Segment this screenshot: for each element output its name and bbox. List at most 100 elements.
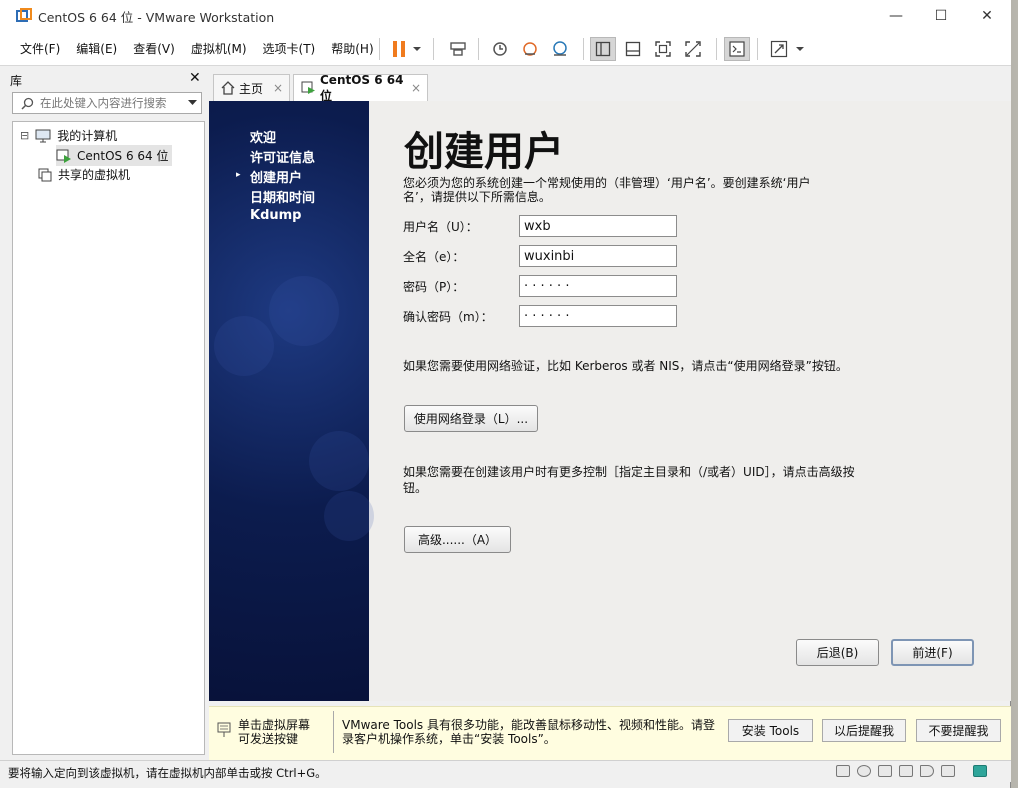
message-log-icon[interactable] [973, 765, 987, 777]
toolbar-separator [478, 38, 479, 60]
toolbar-separator [583, 38, 584, 60]
password-field[interactable] [519, 275, 677, 297]
menu-file[interactable]: 文件(F) [12, 40, 68, 57]
toolbar-separator [379, 38, 380, 60]
decorative-bubble [309, 431, 369, 491]
decorative-bubble [214, 316, 274, 376]
vmware-window: CentOS 6 64 位 - VMware Workstation — ☐ ✕… [0, 0, 1011, 788]
step-create-user: 创建用户 [250, 171, 303, 186]
stretch-icon[interactable] [766, 37, 792, 61]
hard-disk-icon[interactable] [836, 765, 850, 777]
display-icon[interactable] [941, 765, 955, 777]
step-welcome: 欢迎 [250, 131, 277, 146]
tree-item-shared-vms[interactable]: 共享的虚拟机 [38, 166, 130, 183]
printer-icon[interactable] [899, 765, 913, 777]
fullname-label: 全名（e）： [403, 250, 465, 264]
toolbar-separator [433, 38, 434, 60]
step-license: 许可证信息 [250, 151, 316, 166]
library-close-button[interactable]: ✕ [189, 70, 201, 86]
click-hint-line1: 单击虚拟屏幕 [238, 718, 311, 732]
console-icon[interactable] [724, 37, 750, 61]
tab-close-icon[interactable]: × [411, 81, 421, 95]
menu-view[interactable]: 查看(V) [125, 40, 183, 57]
library-view-icon[interactable] [590, 37, 616, 61]
title-bar: CentOS 6 64 位 - VMware Workstation [0, 0, 1011, 32]
tab-close-icon[interactable]: × [273, 81, 283, 95]
toolbar-separator [757, 38, 758, 60]
network-login-text: 如果您需要使用网络验证，比如 Kerberos 或者 NIS，请点击“使用网络登… [403, 359, 848, 373]
advanced-text-line1: 如果您需要在创建该用户时有更多控制［指定主目录和（/或者）UID］，请点击高级按 [403, 465, 855, 479]
window-title: CentOS 6 64 位 - VMware Workstation [38, 9, 275, 25]
tools-message-line2: 录客户机操作系统，单击“安装 Tools”。 [342, 732, 556, 746]
vm-console[interactable]: 欢迎 许可证信息 ▸ 创建用户 日期和时间 Kdump 创建用户 您必须为您的系… [209, 101, 1011, 701]
next-button[interactable]: 前进(F) [891, 639, 974, 666]
vm-running-icon [56, 149, 72, 163]
sound-card-icon[interactable] [920, 765, 934, 777]
notification-divider [333, 711, 334, 753]
home-icon [221, 81, 235, 95]
click-hint: 单击虚拟屏幕 可发送按键 [238, 718, 310, 746]
network-login-button[interactable]: 使用网络登录（L）... [404, 405, 538, 432]
revert-snapshot-icon[interactable] [517, 37, 543, 61]
fullname-field[interactable] [519, 245, 677, 267]
confirm-password-label: 确认密码（m）： [403, 310, 493, 324]
search-dropdown-icon[interactable] [188, 100, 197, 106]
step-date-time: 日期和时间 [250, 191, 316, 206]
tree-item-label: CentOS 6 64 位 [77, 149, 169, 163]
unity-icon[interactable] [680, 37, 706, 61]
install-tools-button[interactable]: 安装 Tools [728, 719, 813, 742]
tab-label: CentOS 6 64 位 [320, 72, 404, 103]
installer-sidebar: 欢迎 许可证信息 ▸ 创建用户 日期和时间 Kdump [209, 101, 374, 701]
power-dropdown-arrow-icon[interactable] [408, 37, 426, 61]
menu-tabs[interactable]: 选项卡(T) [255, 40, 324, 57]
tools-message-line1: VMware Tools 具有很多功能，能改善鼠标移动性、视频和性能。请登 [342, 718, 715, 732]
minimize-button[interactable]: — [873, 0, 919, 32]
cd-dvd-icon[interactable] [857, 765, 871, 777]
collapse-icon[interactable]: ⊟ [20, 129, 29, 142]
maximize-button[interactable]: ☐ [918, 0, 964, 32]
tree-item-my-computer[interactable]: ⊟ 我的计算机 [20, 127, 117, 144]
page-title: 创建用户 [404, 128, 564, 175]
step-kdump: Kdump [250, 208, 302, 223]
search-icon [21, 97, 34, 110]
fullscreen-icon[interactable] [650, 37, 676, 61]
network-adapter-icon[interactable] [878, 765, 892, 777]
close-button[interactable]: ✕ [964, 0, 1010, 32]
menu-vm[interactable]: 虚拟机(M) [183, 40, 255, 57]
advanced-text-line2: 钮。 [403, 481, 428, 495]
shared-vm-icon [38, 168, 52, 182]
installer-content: 创建用户 您必须为您的系统创建一个常规使用的（非管理）‘用户名’。要创建系统‘用… [369, 101, 1011, 701]
tab-label: 主页 [239, 81, 264, 96]
menu-help[interactable]: 帮助(H) [323, 40, 381, 57]
password-label: 密码（P）： [403, 280, 465, 294]
never-remind-button[interactable]: 不要提醒我 [916, 719, 1001, 742]
thumbnail-view-icon[interactable] [620, 37, 646, 61]
remind-later-button[interactable]: 以后提醒我 [822, 719, 906, 742]
click-hint-line2: 可发送按键 [238, 732, 299, 746]
snapshot-icon[interactable] [487, 37, 513, 61]
tab-home[interactable]: 主页 × [213, 74, 290, 101]
vm-tab-icon [301, 81, 316, 95]
send-keys-icon[interactable] [445, 37, 471, 61]
decorative-bubble [269, 276, 339, 346]
menu-edit[interactable]: 编辑(E) [68, 40, 125, 57]
decorative-bubble [324, 491, 374, 541]
tree-item-centos-vm[interactable]: CentOS 6 64 位 [56, 145, 173, 166]
status-text: 要将输入定向到该虚拟机，请在虚拟机内部单击或按 Ctrl+G。 [8, 766, 327, 780]
confirm-password-field[interactable] [519, 305, 677, 327]
current-step-arrow-icon: ▸ [236, 170, 241, 180]
intro-text-line2: 名’，请提供以下所需信息。 [403, 190, 551, 204]
toolbar-separator [716, 38, 717, 60]
tab-centos-vm[interactable]: CentOS 6 64 位 × [293, 72, 428, 103]
keyboard-click-icon [217, 722, 231, 738]
username-field[interactable] [519, 215, 677, 237]
library-search-input[interactable]: 在此处键入内容进行搜索 [12, 92, 202, 114]
intro-text-line1: 您必须为您的系统创建一个常规使用的（非管理）‘用户名’。要创建系统‘用户 [403, 176, 811, 190]
search-placeholder: 在此处键入内容进行搜索 [40, 96, 167, 110]
back-button[interactable]: 后退(B) [796, 639, 879, 666]
advanced-button[interactable]: 高级......（A） [404, 526, 511, 553]
vmware-app-icon [16, 8, 32, 24]
stretch-dropdown-arrow-icon[interactable] [790, 37, 810, 61]
tree-item-label: 共享的虚拟机 [58, 168, 131, 182]
snapshot-manager-icon[interactable] [547, 37, 573, 61]
